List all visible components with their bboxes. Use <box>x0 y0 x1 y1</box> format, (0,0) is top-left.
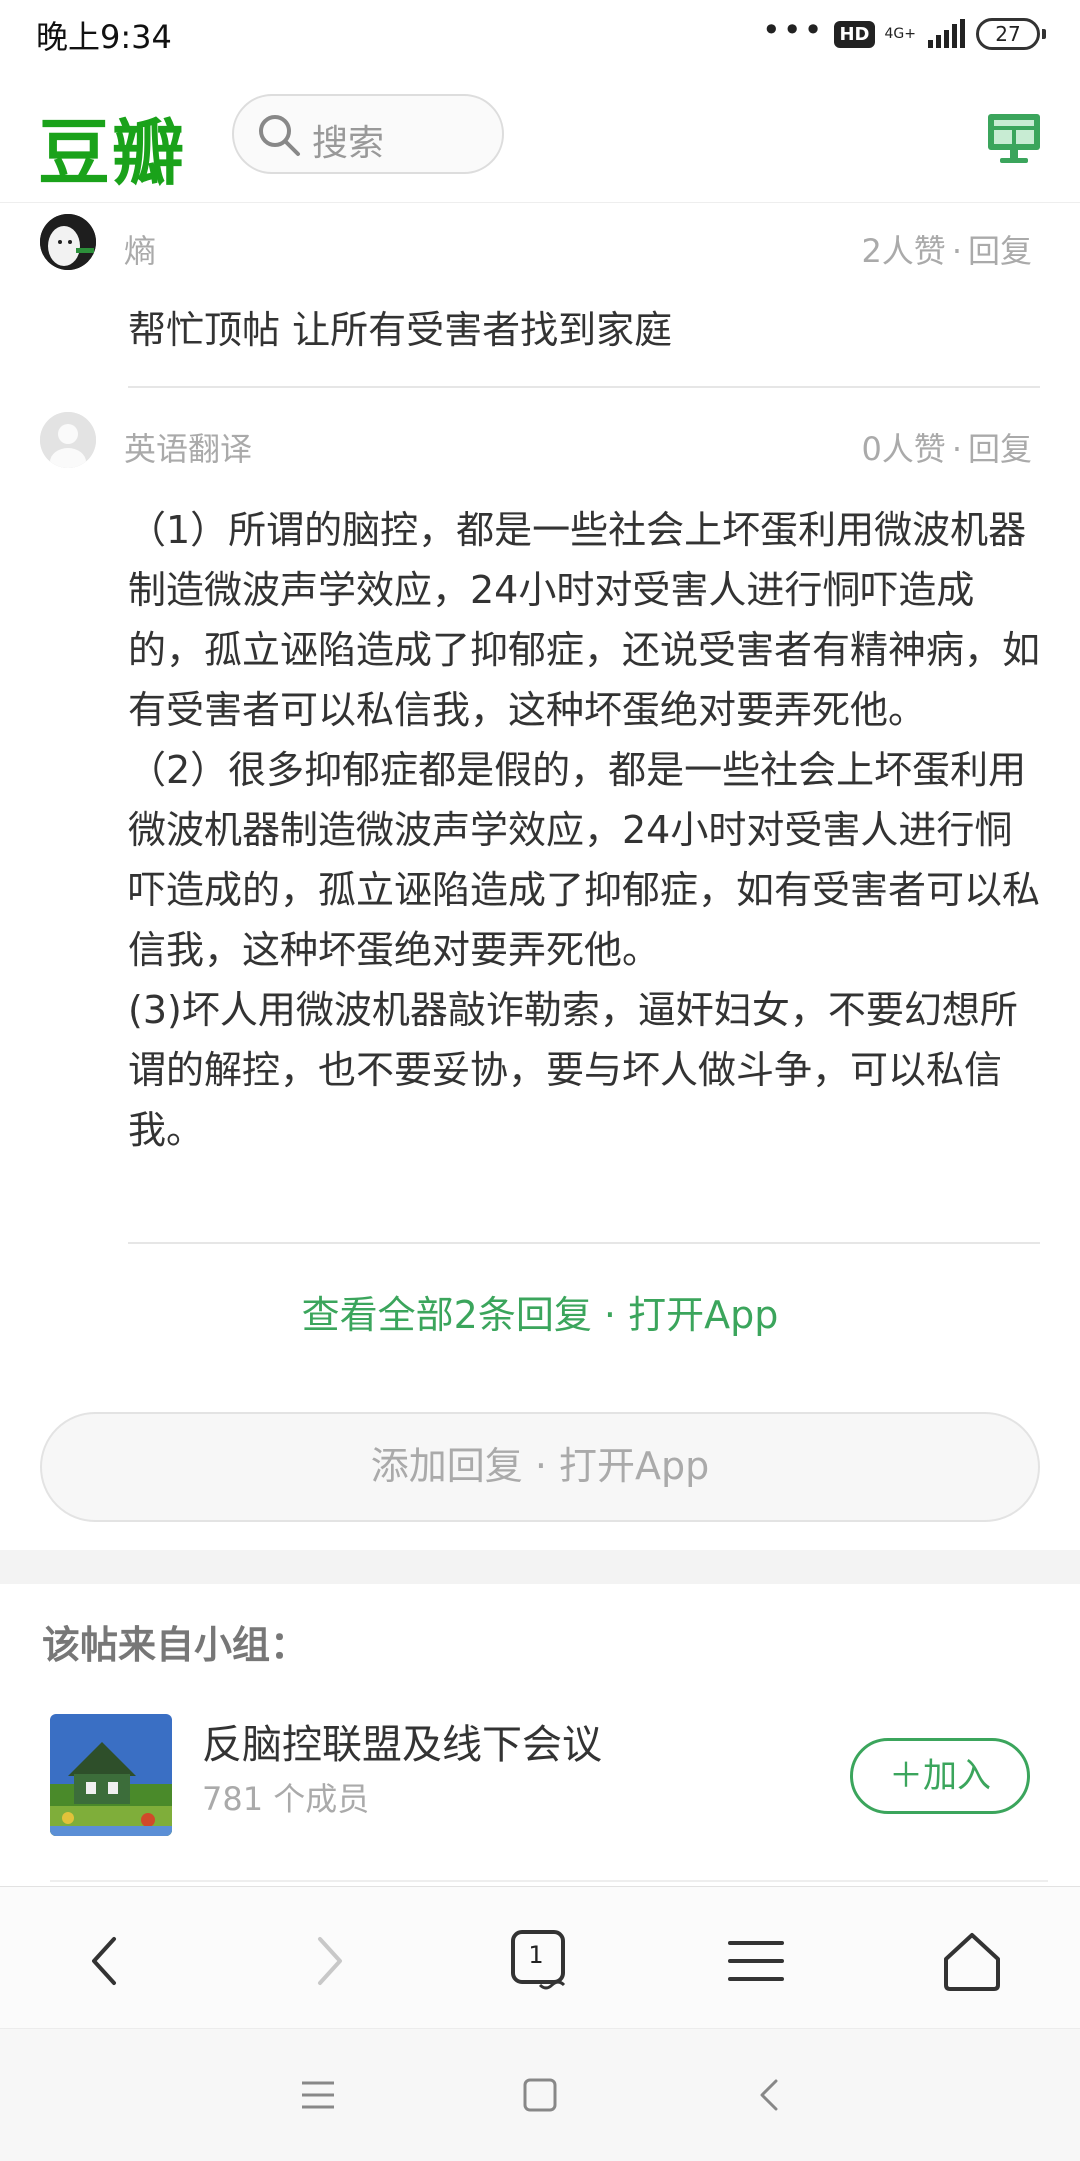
section-separator <box>0 1550 1080 1584</box>
like-count[interactable]: 0人赞 <box>861 430 945 468</box>
tab-count: 1 <box>528 1941 544 1969</box>
reply-link[interactable]: 回复 <box>968 232 1032 270</box>
site-header: 豆瓣 搜索 <box>0 72 1080 203</box>
forward-arrow-icon[interactable] <box>296 1929 360 1993</box>
tabs-icon[interactable]: 1 <box>510 1929 574 1993</box>
search-placeholder: 搜索 <box>312 123 385 164</box>
notification-dots-icon: ••• <box>761 11 825 49</box>
default-avatar-icon <box>40 412 96 468</box>
back-icon[interactable] <box>750 2075 790 2115</box>
join-group-button[interactable]: ＋加入 <box>850 1738 1030 1814</box>
recents-icon[interactable] <box>298 2075 338 2115</box>
comment-paragraph: （1）所谓的脑控，都是一些社会上坏蛋利用微波机器制造微波声学效应，24小时对受害… <box>128 508 1041 732</box>
network-type: 4G+ <box>884 26 917 42</box>
group-image <box>50 1714 172 1836</box>
hd-badge: HD <box>834 20 875 48</box>
home-icon[interactable] <box>940 1929 1004 1993</box>
status-icons: ••• HD 4G+ 27 <box>761 11 1046 54</box>
status-time: 晚上9:34 <box>36 18 172 56</box>
avatar[interactable] <box>40 214 96 270</box>
system-navigation-bar <box>0 2028 1080 2161</box>
group-member-count: 781 个成员 <box>202 1780 370 1818</box>
search-input[interactable]: 搜索 <box>232 94 504 174</box>
avatar[interactable] <box>40 412 96 468</box>
group-divider <box>50 1880 1048 1882</box>
comment-meta: 0人赞 · 回复 <box>861 430 1032 468</box>
search-icon <box>259 115 300 156</box>
comment-text: （1）所谓的脑控，都是一些社会上坏蛋利用微波机器制造微波声学效应，24小时对受害… <box>128 500 1040 1160</box>
comment-paragraph: (3)坏人用微波机器敲诈勒索，逼奸妇女，不要幻想所谓的解控，也不要妥协，要与坏人… <box>128 988 1018 1152</box>
comment-divider <box>128 386 1040 388</box>
reply-link[interactable]: 回复 <box>968 430 1032 468</box>
group-thumbnail[interactable] <box>50 1714 172 1836</box>
home-square-icon[interactable] <box>520 2075 560 2115</box>
view-all-replies-link[interactable]: 查看全部2条回复 · 打开App <box>0 1284 1080 1339</box>
comment-item: 英语翻译 0人赞 · 回复 （1）所谓的脑控，都是一些社会上坏蛋利用微波机器制造微波… <box>0 406 1080 1236</box>
comment-text: 帮忙顶帖 让所有受害者找到家庭 <box>128 308 673 352</box>
signal-icon <box>928 19 965 48</box>
status-bar: 晚上9:34 ••• HD 4G+ 27 <box>0 0 1080 72</box>
comment-username[interactable]: 熵 <box>124 226 156 272</box>
group-section-heading: 该帖来自小组： <box>42 1623 309 1667</box>
back-arrow-icon[interactable] <box>74 1929 138 1993</box>
browser-toolbar: 1 <box>0 1886 1080 2029</box>
add-reply-button[interactable]: 添加回复 · 打开App <box>40 1412 1040 1522</box>
battery-icon: 27 <box>976 18 1046 50</box>
comment-meta: 2人赞 · 回复 <box>861 232 1032 270</box>
menu-icon[interactable] <box>724 1929 788 1993</box>
avatar-image <box>40 214 96 270</box>
group-name[interactable]: 反脑控联盟及线下会议 <box>202 1712 602 1770</box>
desktop-version-icon[interactable] <box>986 112 1042 164</box>
like-count[interactable]: 2人赞 <box>861 232 945 270</box>
comment-username[interactable]: 英语翻译 <box>124 424 252 470</box>
douban-logo[interactable]: 豆瓣 <box>38 94 186 199</box>
comment-divider <box>128 1242 1040 1244</box>
comment-paragraph: （2）很多抑郁症都是假的，都是一些社会上坏蛋利用微波机器制造微波声学效应，24小… <box>128 748 1041 972</box>
comment-item: 熵 2人赞 · 回复 帮忙顶帖 让所有受害者找到家庭 <box>0 208 1080 388</box>
